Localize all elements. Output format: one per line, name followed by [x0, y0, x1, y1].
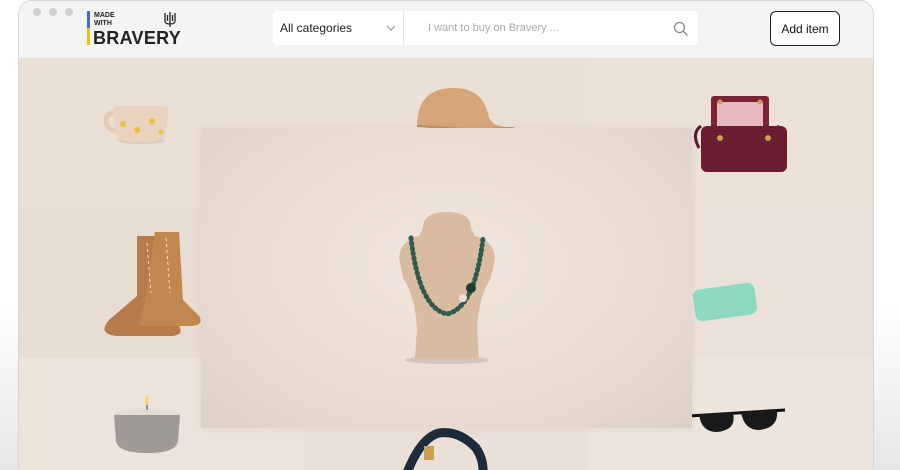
featured-product-necklace[interactable] — [201, 128, 692, 428]
search-icon[interactable] — [673, 21, 689, 37]
minimize-window-button[interactable] — [49, 8, 57, 16]
add-item-button[interactable]: Add item — [770, 11, 840, 46]
trident-icon — [164, 12, 176, 27]
category-select[interactable]: All categories — [273, 11, 404, 45]
browser-window: MADE WITH BRAVERY All categories Add ite… — [18, 0, 874, 470]
product-grid — [19, 58, 873, 470]
logo-line-2: WITH — [94, 20, 112, 27]
close-window-button[interactable] — [33, 8, 41, 16]
maximize-window-button[interactable] — [65, 8, 73, 16]
search-input[interactable] — [404, 11, 664, 45]
chevron-down-icon — [386, 25, 396, 31]
logo-flag-bar — [87, 11, 90, 45]
window-controls — [33, 8, 73, 16]
logo-line-1: MADE — [94, 12, 115, 19]
necklace-on-bust-image — [399, 212, 495, 364]
category-select-value: All categories — [280, 21, 353, 35]
made-with-bravery-logo[interactable]: MADE WITH BRAVERY — [87, 11, 182, 48]
header-bar: MADE WITH BRAVERY All categories Add ite… — [19, 1, 873, 58]
search-bar: All categories — [273, 11, 698, 45]
logo-wordmark: BRAVERY — [93, 28, 182, 48]
